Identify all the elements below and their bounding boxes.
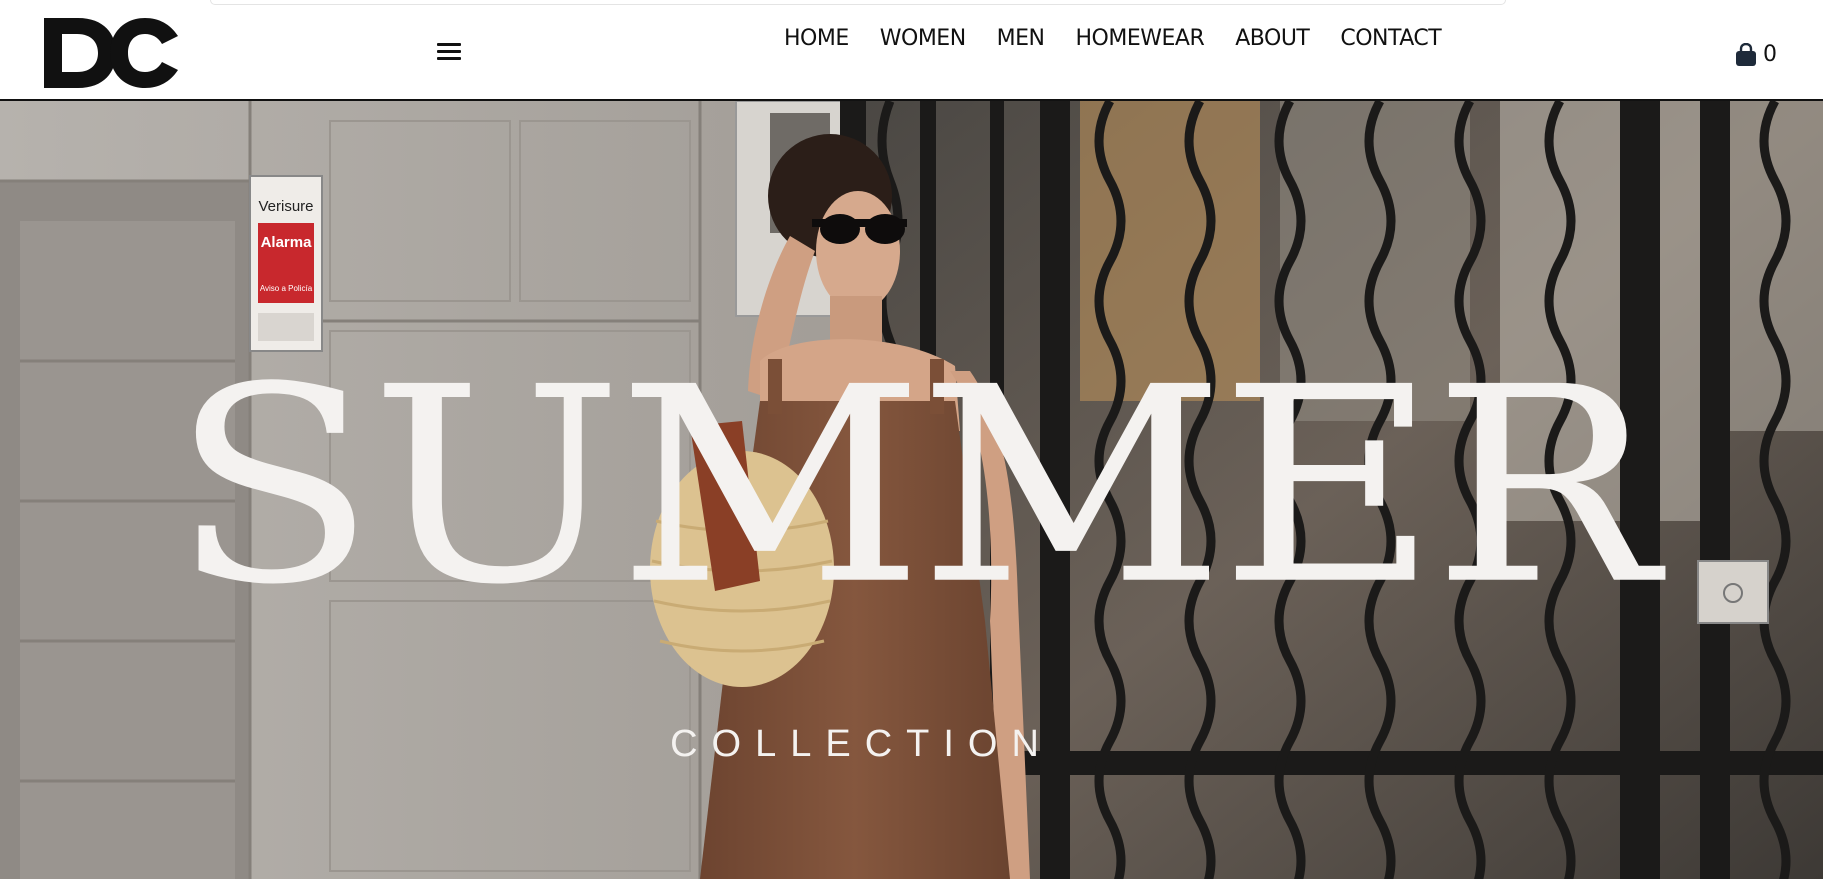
alarm-sign: Verisure Alarma Aviso a Policía bbox=[249, 175, 323, 352]
nav-contact[interactable]: CONTACT bbox=[1340, 26, 1441, 62]
svg-text:Verisure: Verisure bbox=[258, 198, 313, 215]
nav-women[interactable]: WOMEN bbox=[880, 26, 966, 62]
site-header: HOME WOMEN MEN HOMEWEAR ABOUT CONTACT 0 bbox=[0, 0, 1823, 101]
hero-banner: Verisure Alarma Aviso a Policía SUMMER C… bbox=[0, 101, 1823, 879]
nav-home[interactable]: HOME bbox=[784, 26, 849, 62]
cart-button[interactable]: 0 bbox=[1735, 42, 1777, 67]
svg-text:Aviso a Policía: Aviso a Policía bbox=[260, 284, 313, 293]
nav-homewear[interactable]: HOMEWEAR bbox=[1076, 26, 1205, 62]
hero-subhead: COLLECTION bbox=[670, 723, 1053, 765]
nav-men[interactable]: MEN bbox=[997, 26, 1045, 62]
browser-strip bbox=[210, 0, 1506, 5]
hamburger-menu-icon[interactable] bbox=[437, 43, 461, 63]
main-nav: HOME WOMEN MEN HOMEWEAR ABOUT CONTACT bbox=[784, 26, 1472, 62]
dc-logo-icon bbox=[44, 18, 178, 88]
cart-count: 0 bbox=[1763, 42, 1777, 67]
shopping-bag-icon bbox=[1736, 42, 1756, 66]
svg-text:Alarma: Alarma bbox=[261, 234, 313, 251]
nav-about[interactable]: ABOUT bbox=[1235, 26, 1310, 62]
brand-logo[interactable] bbox=[42, 16, 180, 90]
hero-headline: SUMMER bbox=[170, 329, 1659, 644]
